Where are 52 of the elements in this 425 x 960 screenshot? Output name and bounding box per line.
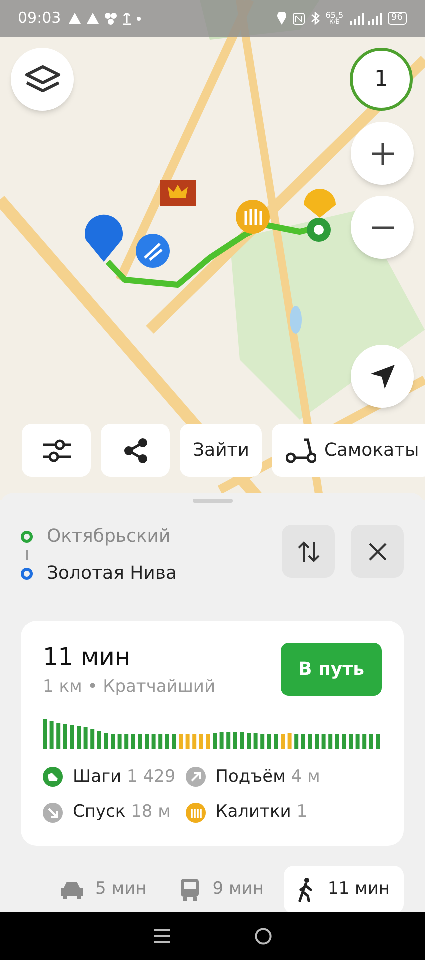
home-icon[interactable] (254, 928, 272, 944)
swap-arrows-icon (296, 540, 320, 564)
navigation-arrow-icon (370, 364, 396, 390)
swap-button[interactable] (282, 525, 335, 578)
sliders-icon (42, 438, 70, 462)
bus-icon (178, 878, 201, 900)
warning-icon (69, 13, 82, 24)
fan-icon (105, 12, 118, 24)
scooter-icon (286, 438, 316, 464)
billboard-icon (160, 180, 196, 206)
status-time: 09:03 (18, 8, 62, 30)
road-marker-icon[interactable] (304, 189, 336, 218)
share-button[interactable] (101, 424, 170, 477)
enter-button[interactable]: Зайти (180, 424, 262, 477)
route-details: 1 км • Кратчайший (43, 676, 216, 699)
warning-icon (87, 13, 100, 24)
gate-icon (186, 802, 206, 823)
drag-handle[interactable] (192, 499, 232, 503)
minus-icon (370, 226, 394, 230)
network-speed: 65,5 (326, 12, 344, 18)
battery-indicator: 96 (388, 12, 407, 25)
car-icon (60, 880, 84, 898)
close-icon (368, 542, 386, 560)
plus-icon (370, 142, 394, 166)
signal-icon (368, 12, 382, 24)
destination-text[interactable]: Золотая Нива (47, 560, 178, 587)
surface-marker-icon[interactable] (136, 234, 170, 268)
menu-icon[interactable] (154, 928, 170, 944)
map-pin-icon[interactable] (85, 214, 123, 262)
stat-text: Спуск 18 м (73, 801, 171, 824)
scooters-button[interactable]: Самокаты (272, 424, 425, 477)
signal-icon (350, 12, 364, 24)
dot-icon (137, 16, 142, 20)
filters-button[interactable] (22, 424, 91, 477)
stat-text: Шаги 1 429 (73, 766, 176, 788)
arrow-down-right-icon (43, 802, 63, 823)
pedestrian-icon (298, 878, 314, 902)
layers-icon (24, 64, 62, 94)
nfc-icon (292, 12, 305, 24)
sneaker-icon (43, 767, 63, 788)
upload-icon (123, 12, 132, 24)
travel-mode-tab[interactable]: 11 мин (284, 866, 404, 914)
location-pin-icon (276, 12, 287, 25)
arrow-up-right-icon (186, 767, 206, 788)
close-button[interactable] (351, 525, 404, 578)
stat-text: Калитки 1 (216, 801, 308, 824)
stat-text: Подъём 4 м (216, 766, 320, 788)
route-duration: 11 мин (43, 642, 132, 673)
bluetooth-icon (310, 12, 320, 25)
gate-marker-icon[interactable] (236, 200, 270, 234)
share-icon (124, 438, 148, 464)
origin-marker-icon (307, 218, 331, 242)
